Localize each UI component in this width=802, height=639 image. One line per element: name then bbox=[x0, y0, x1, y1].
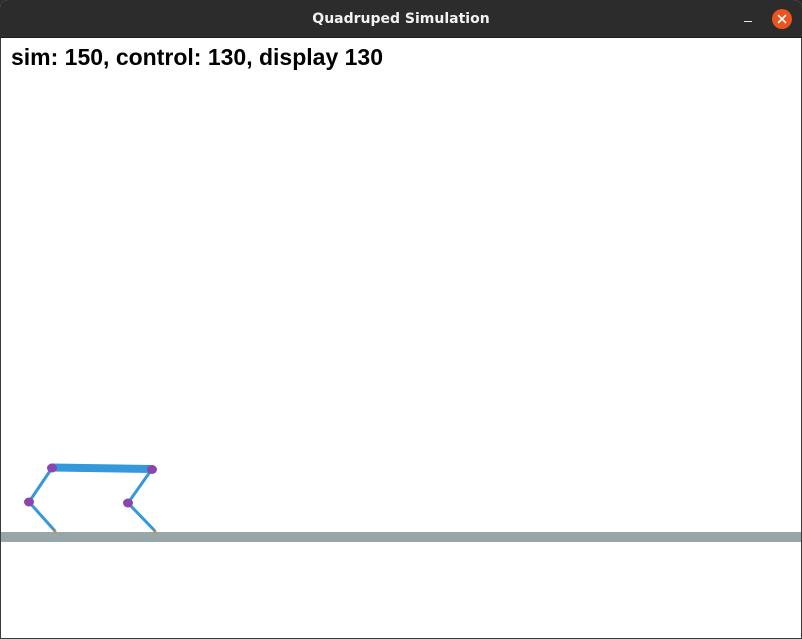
rear-upper-leg bbox=[27, 467, 54, 503]
sim-rate-readout: sim: 150, control: 130, display 130 bbox=[11, 44, 383, 70]
front-hip-joint bbox=[147, 465, 157, 474]
front-knee-joint bbox=[123, 498, 133, 508]
front-lower-leg bbox=[126, 501, 157, 533]
rear-foot bbox=[53, 530, 57, 533]
ground-plane bbox=[1, 532, 801, 542]
front-upper-leg bbox=[126, 468, 154, 504]
rear-lower-leg bbox=[27, 500, 57, 533]
simulation-scene bbox=[1, 463, 801, 542]
app-window: Quadruped Simulation sim: 150, control: … bbox=[0, 0, 802, 639]
front-foot bbox=[153, 530, 157, 533]
rear-hip-joint bbox=[47, 463, 57, 473]
robot-body bbox=[48, 463, 156, 473]
rear-knee-joint bbox=[24, 497, 34, 507]
